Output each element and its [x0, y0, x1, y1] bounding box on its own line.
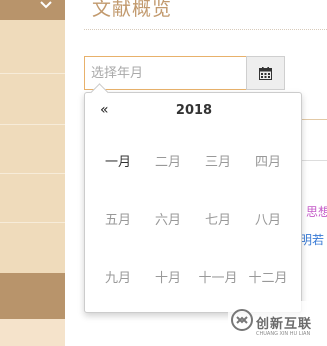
month-cell[interactable]: 二月	[143, 131, 193, 189]
month-cell[interactable]: 九月	[93, 247, 143, 305]
watermark-text: 创新互联	[256, 317, 313, 332]
month-input[interactable]	[84, 56, 246, 90]
month-cell[interactable]: 八月	[243, 189, 293, 247]
picker-year-label[interactable]: 2018	[85, 103, 303, 118]
list-item-link[interactable]: 明若	[300, 231, 324, 248]
month-cell[interactable]: 七月	[193, 189, 243, 247]
sidebar-active-header[interactable]	[0, 0, 65, 20]
sidebar-divider	[0, 124, 65, 125]
calendar-button[interactable]	[246, 56, 285, 90]
sidebar-divider	[0, 222, 65, 223]
logo-icon	[231, 309, 253, 331]
watermark-subtext: CHUANG XIN HU LIAN	[256, 331, 311, 337]
month-cell[interactable]: 一月	[93, 131, 143, 189]
month-grid: 一月 二月 三月 四月五月 六月 七月 八月九月 十月 十一月 十二月	[93, 131, 295, 305]
sidebar-divider	[0, 73, 65, 74]
calendar-icon	[259, 66, 272, 80]
month-cell[interactable]: 五月	[93, 189, 143, 247]
table-row-border	[300, 160, 327, 161]
sidebar	[0, 0, 65, 346]
month-cell[interactable]: 十二月	[243, 247, 293, 305]
month-cell[interactable]: 六月	[143, 189, 193, 247]
month-cell[interactable]: 十月	[143, 247, 193, 305]
sidebar-divider	[0, 173, 65, 174]
title-divider	[84, 29, 327, 30]
month-cell[interactable]: 十一月	[193, 247, 243, 305]
sidebar-item[interactable]	[0, 319, 65, 346]
month-picker-popup: 2018 « 一月 二月 三月 四月五月 六月 七月 八月九月 十月 十一月 十二月	[84, 83, 303, 313]
prev-year-button[interactable]: «	[100, 102, 109, 118]
chevron-down-icon[interactable]	[38, 0, 54, 12]
list-item-link[interactable]: 思想	[306, 203, 327, 220]
month-cell[interactable]: 四月	[243, 131, 293, 189]
page-title: 文献概览	[92, 0, 173, 20]
month-cell[interactable]: 三月	[193, 131, 243, 189]
page-root: 文献概览 思想 明若 2018 « 一月二月三月四月五月六月七月八月九月十月十一…	[0, 0, 327, 346]
sidebar-item-active[interactable]	[0, 273, 65, 319]
watermark: 创新互联 CHUANG XIN HU LIAN	[228, 301, 327, 346]
table-header-border	[300, 119, 327, 120]
